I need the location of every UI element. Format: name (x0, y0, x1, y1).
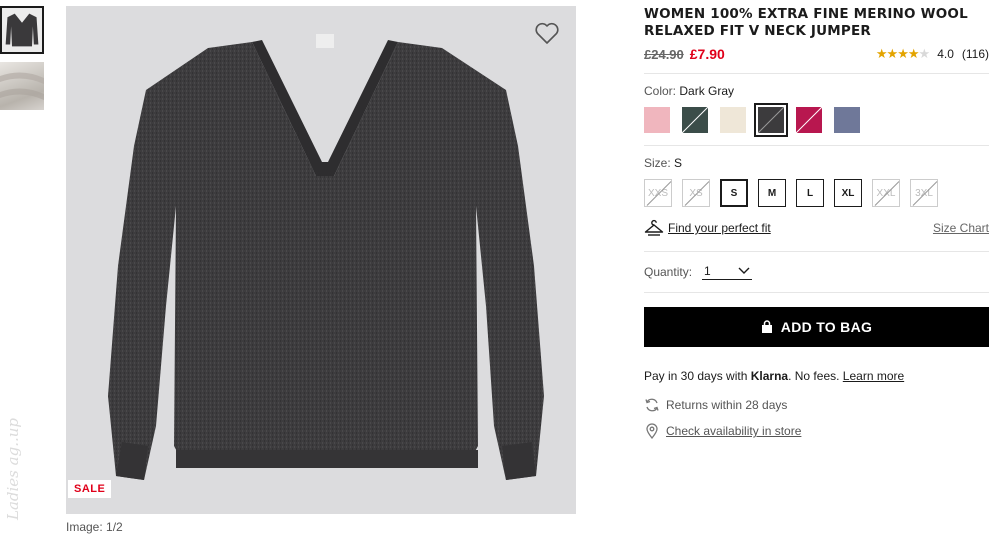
store-row: Check availability in store (644, 423, 989, 439)
review-count[interactable]: (116) (962, 47, 989, 61)
selected-size: S (674, 156, 683, 170)
quantity-select[interactable]: 1 (702, 264, 753, 280)
divider (644, 292, 989, 293)
quantity-label: Quantity: (644, 265, 693, 279)
sale-price: £7.90 (689, 46, 725, 62)
learn-more-link[interactable]: Learn more (843, 369, 904, 383)
thumbnail-list (0, 6, 46, 118)
add-to-bag-label: ADD TO BAG (780, 319, 873, 335)
quantity-row: Quantity: 1 (644, 264, 989, 280)
selected-color: Dark Gray (679, 84, 735, 98)
color-swatches (644, 103, 989, 137)
product-title: WOMEN 100% EXTRA FINE MERINO WOOL RELAXE… (644, 6, 968, 39)
product-details-panel: WOMEN 100% EXTRA FINE MERINO WOOL RELAXE… (644, 6, 989, 439)
sale-badge: SALE (68, 480, 112, 498)
returns-row: Returns within 28 days (644, 397, 989, 413)
chevron-down-icon (738, 267, 750, 274)
add-to-bag-button[interactable]: ADD TO BAG (644, 307, 989, 347)
product-image[interactable]: SALE (66, 6, 576, 514)
image-counter: Image: 1/2 (66, 520, 123, 534)
size-options: XXS XS S M L XL XXL 3XL (644, 179, 989, 207)
divider (644, 251, 989, 252)
size-option-l[interactable]: L (796, 179, 824, 207)
location-pin-icon (646, 423, 658, 439)
color-swatch-dark-gray[interactable] (754, 103, 788, 137)
klarna-row: Pay in 30 days with Klarna. No fees. Lea… (644, 369, 989, 383)
size-option-xs[interactable]: XS (682, 179, 710, 207)
size-option-m[interactable]: M (758, 179, 786, 207)
find-fit-link[interactable]: Find your perfect fit (668, 221, 771, 235)
klarna-prefix: Pay in 30 days with (644, 369, 748, 383)
rating-value: 4.0 (937, 47, 954, 61)
thumbnail-2[interactable] (0, 62, 44, 110)
color-swatch-pink[interactable] (644, 107, 670, 133)
original-price: £24.90 (644, 46, 684, 62)
klarna-suffix: . No fees. (788, 369, 840, 383)
divider (644, 73, 989, 74)
color-label: Color: (644, 84, 677, 98)
rating[interactable]: ★★★★★ 4.0 (116) (876, 46, 989, 62)
size-label: Size: (644, 156, 671, 170)
size-label-row: Size: S (644, 156, 989, 170)
rating-stars-icon: ★★★★★ (875, 46, 930, 61)
color-swatch-blue[interactable] (834, 107, 860, 133)
klarna-brand: Klarna (750, 369, 789, 383)
size-option-xxs[interactable]: XXS (644, 179, 672, 207)
fit-row: Find your perfect fit Size Chart (644, 219, 989, 237)
color-swatch-natural[interactable] (720, 107, 746, 133)
color-swatch-dark-green[interactable] (681, 106, 709, 134)
price-row: £24.90 £7.90 ★★★★★ 4.0 (116) (644, 43, 989, 65)
hanger-icon (644, 219, 664, 236)
color-swatch-wine[interactable] (795, 106, 823, 134)
wishlist-heart-icon[interactable] (534, 20, 560, 46)
watermark-text: Ladies ag..up (4, 418, 22, 520)
divider (644, 145, 989, 146)
returns-refresh-icon (645, 398, 659, 412)
returns-text: Returns within 28 days (666, 398, 788, 412)
size-option-3xl[interactable]: 3XL (910, 179, 938, 207)
bag-icon (761, 320, 772, 333)
color-label-row: Color: Dark Gray (644, 84, 989, 98)
size-option-xxl[interactable]: XXL (872, 179, 900, 207)
quantity-value: 1 (704, 264, 711, 278)
size-option-xl[interactable]: XL (834, 179, 862, 207)
thumbnail-1[interactable] (0, 6, 44, 54)
size-option-s[interactable]: S (720, 179, 748, 207)
size-chart-link[interactable]: Size Chart (933, 221, 989, 235)
check-availability-link[interactable]: Check availability in store (666, 424, 801, 438)
